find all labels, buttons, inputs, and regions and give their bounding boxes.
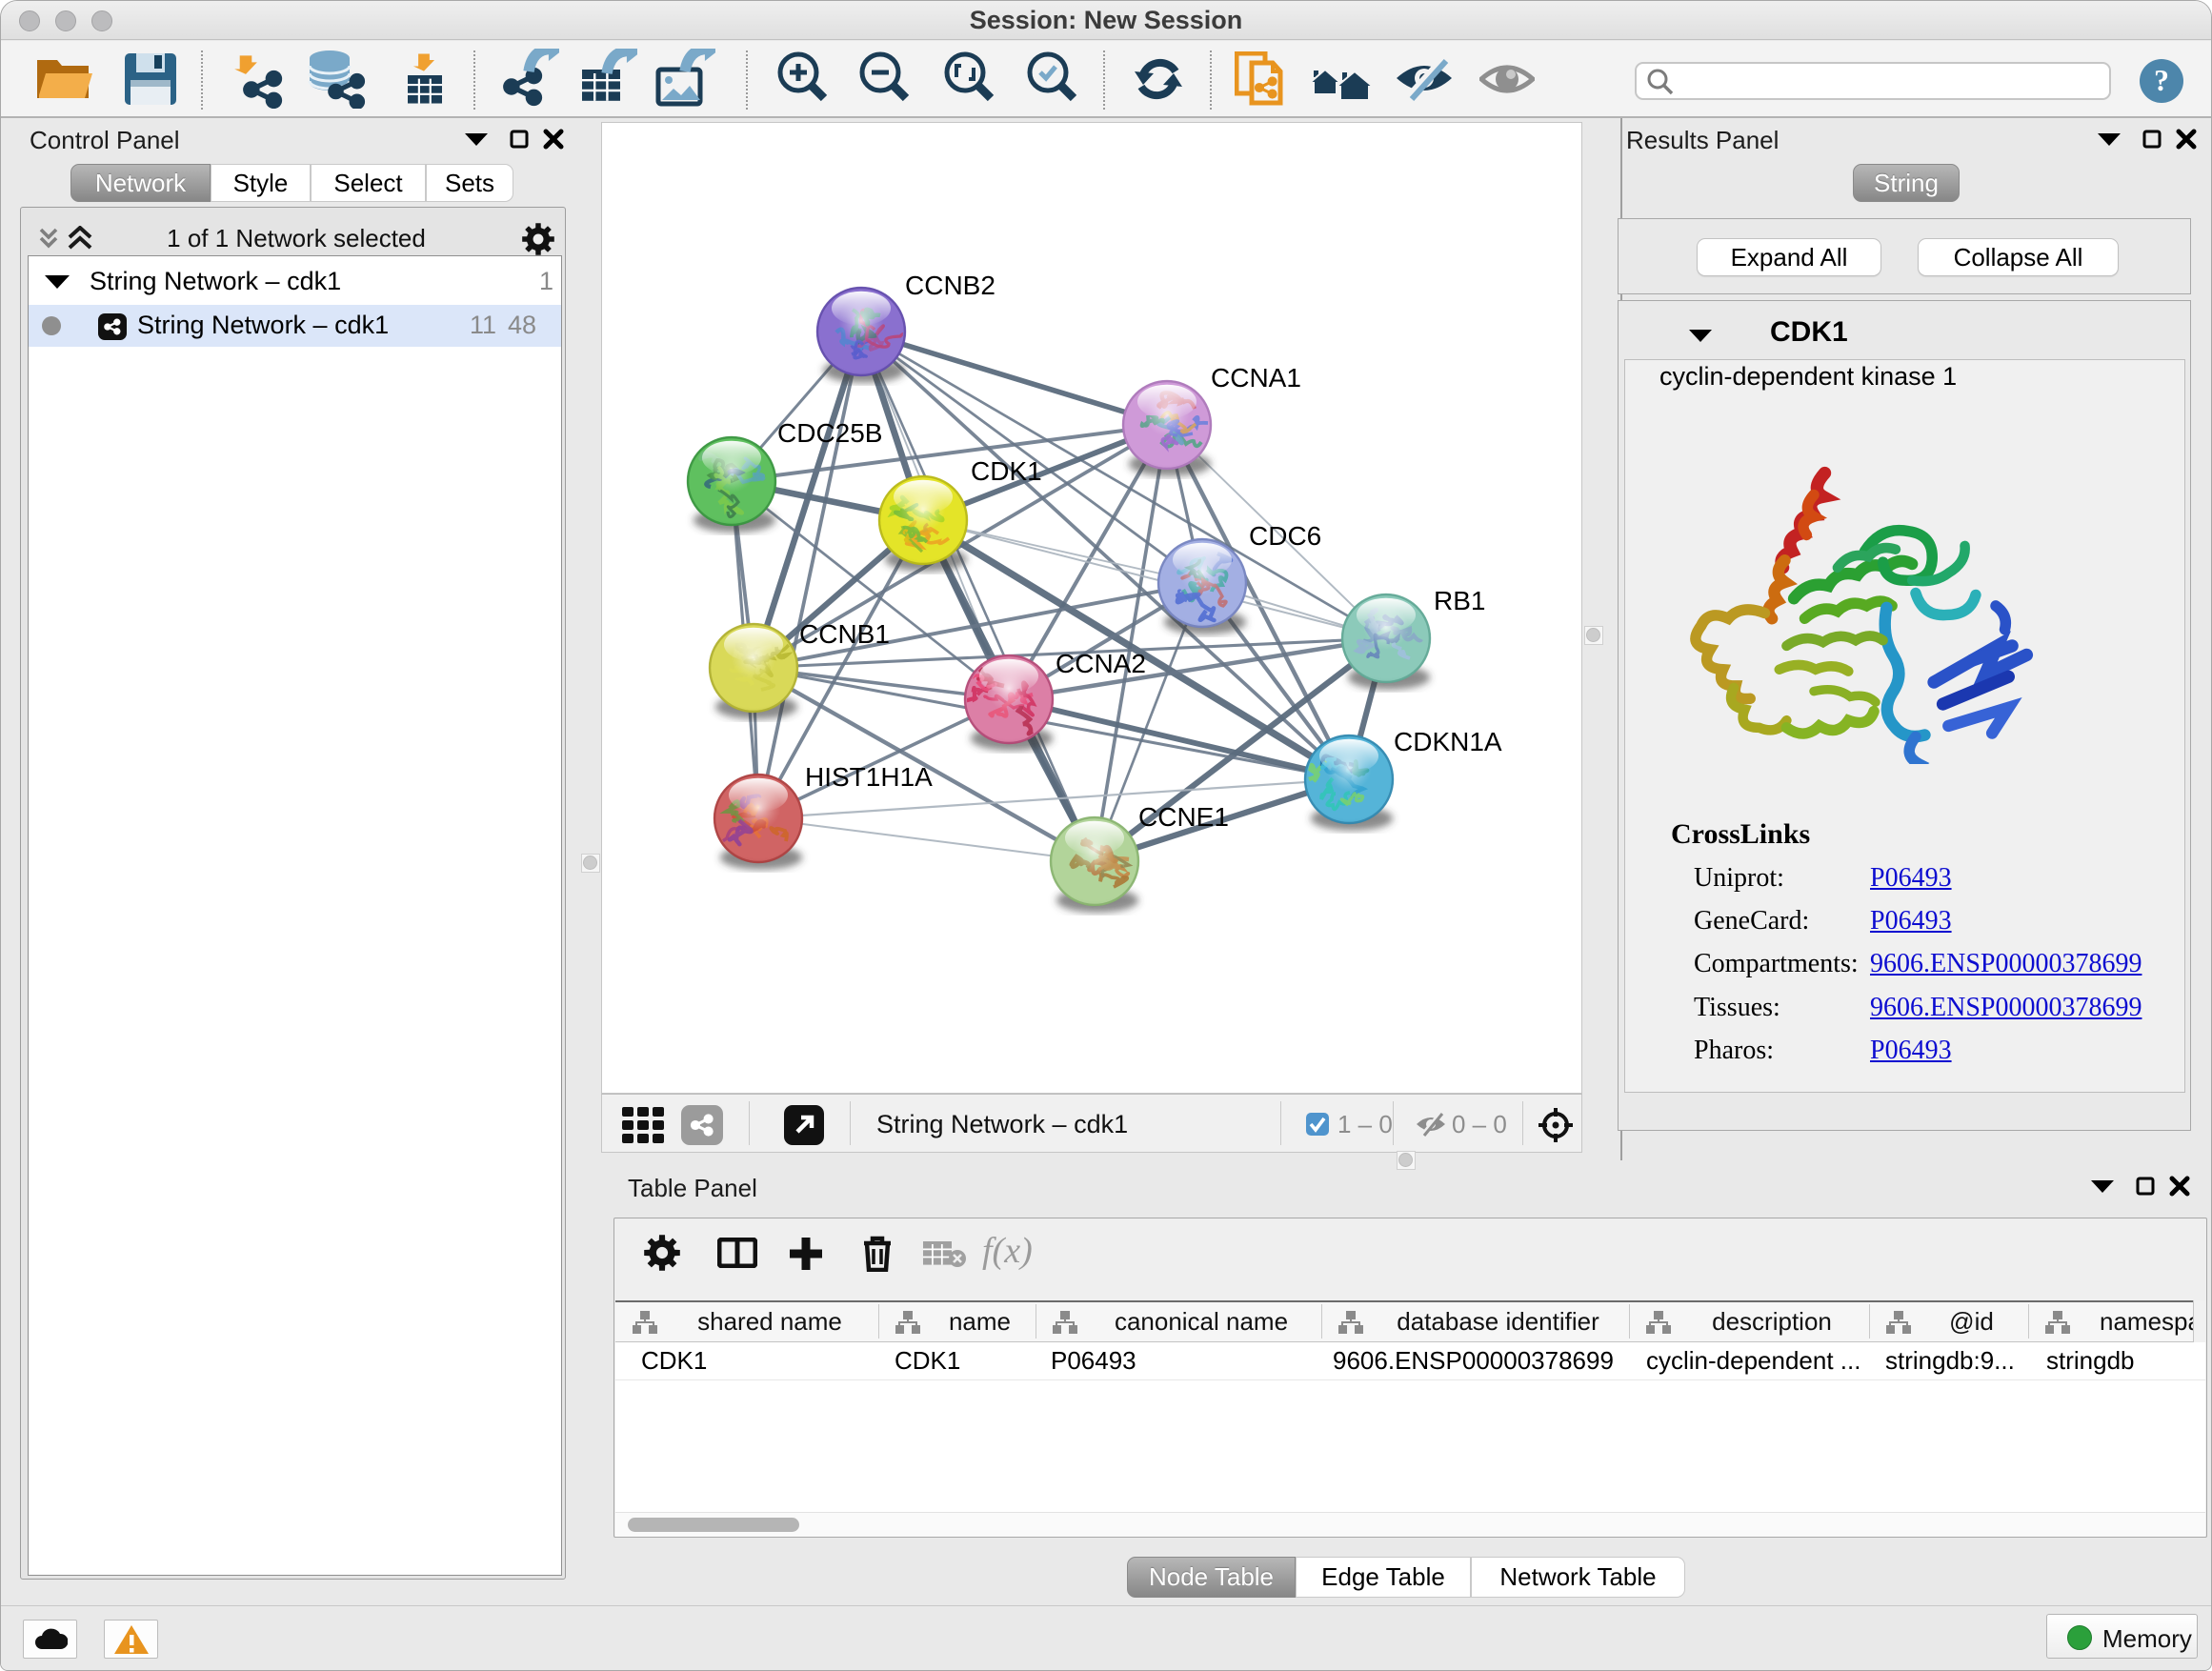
svg-text:CCNA2: CCNA2 bbox=[1056, 649, 1146, 678]
svg-text:CCNB2: CCNB2 bbox=[905, 271, 995, 300]
svg-text:CCNB1: CCNB1 bbox=[799, 619, 890, 649]
svg-text:RB1: RB1 bbox=[1434, 586, 1485, 615]
svg-text:CCNA1: CCNA1 bbox=[1211, 363, 1301, 393]
svg-text:?: ? bbox=[2154, 63, 2169, 97]
svg-text:CDC25B: CDC25B bbox=[777, 418, 882, 448]
svg-text:CDK1: CDK1 bbox=[971, 456, 1042, 486]
svg-text:CDKN1A: CDKN1A bbox=[1394, 727, 1502, 756]
svg-text:CCNE1: CCNE1 bbox=[1138, 802, 1229, 832]
svg-text:CDC6: CDC6 bbox=[1249, 521, 1321, 551]
svg-text:HIST1H1A: HIST1H1A bbox=[805, 762, 933, 792]
